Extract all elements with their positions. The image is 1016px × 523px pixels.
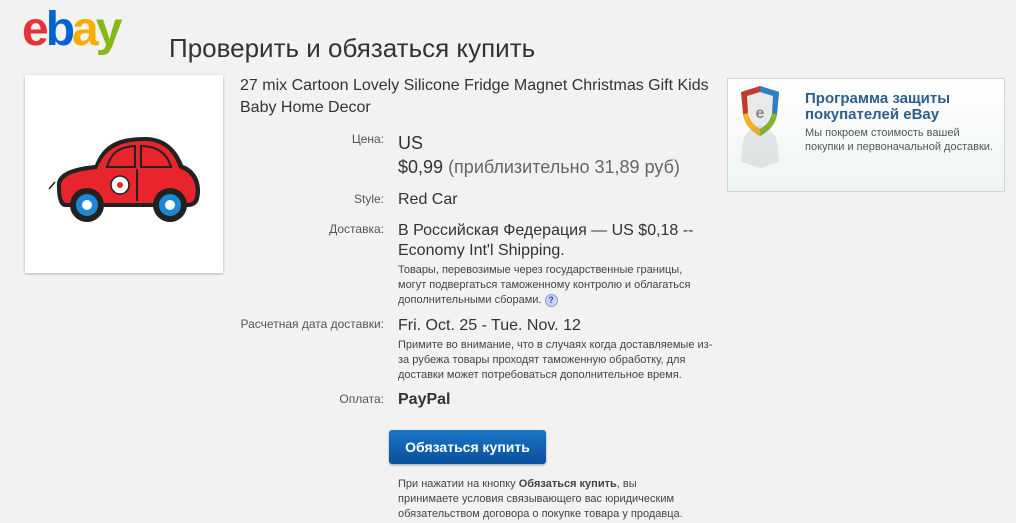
buyer-protection-box[interactable]: e Программа защиты покупателей eBay Мы п… [727, 78, 1005, 192]
disclaimer: При нажатии на кнопку Обязаться купить, … [398, 477, 698, 522]
payment-value: PayPal [398, 391, 451, 408]
logo-letter-b: b [45, 3, 75, 56]
delivery-block: Fri. Oct. 25 - Tue. Nov. 12 Примите во в… [398, 316, 718, 383]
style-label: Style: [353, 192, 384, 206]
shield-icon: e [741, 86, 779, 168]
ebay-logo[interactable]: ebay [22, 3, 123, 56]
price-approx: (приблизительно 31,89 руб) [448, 157, 680, 177]
shipping-label: Доставка: [329, 222, 384, 236]
delivery-value: Fri. Oct. 25 - Tue. Nov. 12 [398, 317, 581, 334]
price-currency: US [398, 133, 424, 153]
product-image [25, 75, 223, 273]
disclaimer-part1: При нажатии на кнопку [398, 478, 519, 490]
logo-letter-a: a [72, 3, 99, 56]
logo-letter-y: y [95, 3, 123, 56]
protection-title: Программа защиты покупателей eBay [805, 90, 950, 123]
price-value-block: US $0,99 (приблизительно 31,89 руб) [398, 131, 728, 179]
item-title[interactable]: 27 mix Cartoon Lovely Silicone Fridge Ma… [240, 75, 725, 119]
disclaimer-bold: Обязаться купить [518, 478, 617, 490]
style-value: Red Car [398, 191, 458, 208]
shipping-block: В Российская Федерация — US $0,18 -- Eco… [398, 221, 713, 308]
page-title: Проверить и обязаться купить [169, 33, 536, 63]
delivery-label: Расчетная дата доставки: [240, 317, 384, 331]
price-label: Цена: [351, 132, 384, 146]
price-line: $0,99 (приблизительно 31,89 руб) [398, 155, 728, 179]
red-car-magnet-icon [48, 137, 201, 222]
delivery-note: Примите во внимание, что в случаях когда… [398, 339, 713, 381]
shipping-value: В Российская Федерация — US $0,18 -- Eco… [398, 222, 694, 259]
payment-label: Оплата: [339, 392, 384, 406]
help-icon[interactable]: ? [544, 293, 558, 307]
commit-to-buy-button[interactable]: Обязаться купить [389, 430, 546, 464]
svg-text:e: e [756, 105, 765, 122]
protection-description: Мы покроем стоимость вашей покупки и пер… [805, 127, 993, 153]
shipping-note-block: Товары, перевозимые через государственны… [398, 263, 713, 308]
price-value: $0,99 [398, 157, 444, 177]
logo-letter-e: e [22, 3, 49, 56]
